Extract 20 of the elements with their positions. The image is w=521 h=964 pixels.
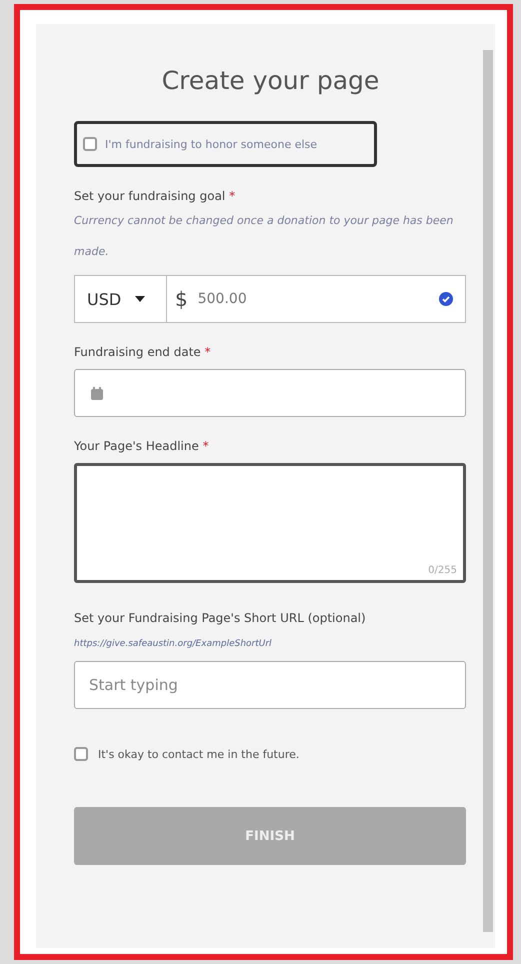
calendar-icon: [91, 386, 103, 400]
date-field[interactable]: [74, 369, 466, 417]
end-date-label: Fundraising end date: [74, 345, 201, 359]
example-url: https://give.safeaustin.org/ExampleShortUrl: [74, 639, 273, 649]
goal-label: Set your fundraising goal: [74, 189, 226, 203]
honor-checkbox[interactable]: I'm fundraising to honor someone else: [74, 121, 377, 167]
required-mark: *: [202, 439, 209, 453]
checkbox[interactable]: [83, 137, 97, 151]
scrollbar[interactable]: [483, 50, 493, 932]
short-url-input[interactable]: Start typing: [74, 661, 466, 709]
contact-consent-label: It's okay to contact me in the future.: [98, 748, 300, 760]
short-url-label: Set your Fundraising Page's Short URL (optional): [74, 611, 367, 625]
required-mark: *: [229, 189, 236, 203]
currency-note: Currency cannot be changed once a donation to your page has been made.: [74, 213, 454, 260]
checkbox[interactable]: [74, 747, 88, 761]
page-title: Create your page: [160, 66, 380, 95]
required-mark: *: [204, 345, 211, 359]
character-counter: 0/255: [428, 565, 457, 576]
headline-textarea[interactable]: 0/255: [74, 463, 466, 583]
headline-label: Your Page's Headline: [74, 439, 199, 453]
